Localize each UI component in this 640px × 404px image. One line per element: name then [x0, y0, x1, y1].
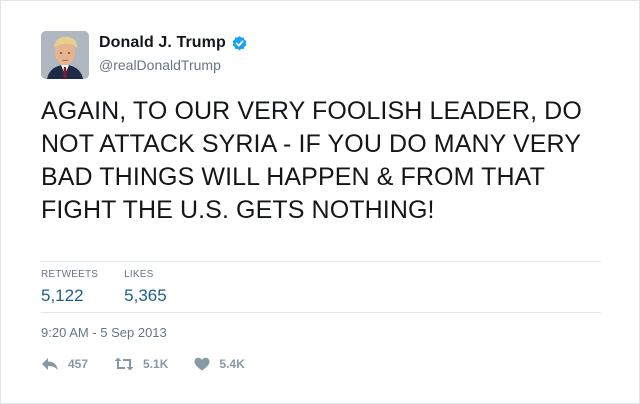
stats-row: RETWEETS 5,122 LIKES 5,365	[41, 269, 193, 306]
like-button[interactable]: 5.4K	[194, 357, 245, 371]
tweet-text: AGAIN, TO OUR VERY FOOLISH LEADER, DO NO…	[41, 97, 582, 224]
retweet-count: 5.1K	[143, 357, 169, 371]
author-block: Donald J. Trump @realDonaldTrump	[99, 33, 248, 73]
tweet-timestamp[interactable]: 9:20 AM - 5 Sep 2013	[41, 325, 167, 340]
avatar[interactable]	[41, 31, 89, 79]
verified-badge-icon	[231, 35, 248, 52]
retweet-button[interactable]: 5.1K	[114, 357, 168, 371]
name-row: Donald J. Trump	[99, 33, 248, 53]
divider-bottom	[41, 312, 601, 313]
reply-icon	[42, 358, 58, 370]
heart-icon	[194, 357, 210, 371]
likes-label: LIKES	[124, 269, 154, 280]
author-handle[interactable]: @realDonaldTrump	[99, 57, 248, 73]
divider-top	[41, 261, 601, 262]
tweet-card: Donald J. Trump @realDonaldTrump AGAIN, …	[0, 0, 640, 404]
likes-stat[interactable]: LIKES 5,365	[124, 269, 167, 306]
retweet-icon	[114, 357, 134, 371]
actions-row: 457 5.1K 5.4K	[41, 357, 271, 371]
reply-count: 457	[68, 357, 89, 371]
retweets-label: RETWEETS	[41, 269, 99, 280]
avatar-image	[41, 31, 89, 79]
likes-value: 5,365	[124, 286, 167, 305]
author-name[interactable]: Donald J. Trump	[99, 34, 226, 52]
retweets-stat[interactable]: RETWEETS 5,122	[41, 269, 98, 306]
reply-button[interactable]: 457	[41, 357, 88, 371]
retweets-value: 5,122	[41, 286, 84, 305]
like-count: 5.4K	[219, 357, 245, 371]
